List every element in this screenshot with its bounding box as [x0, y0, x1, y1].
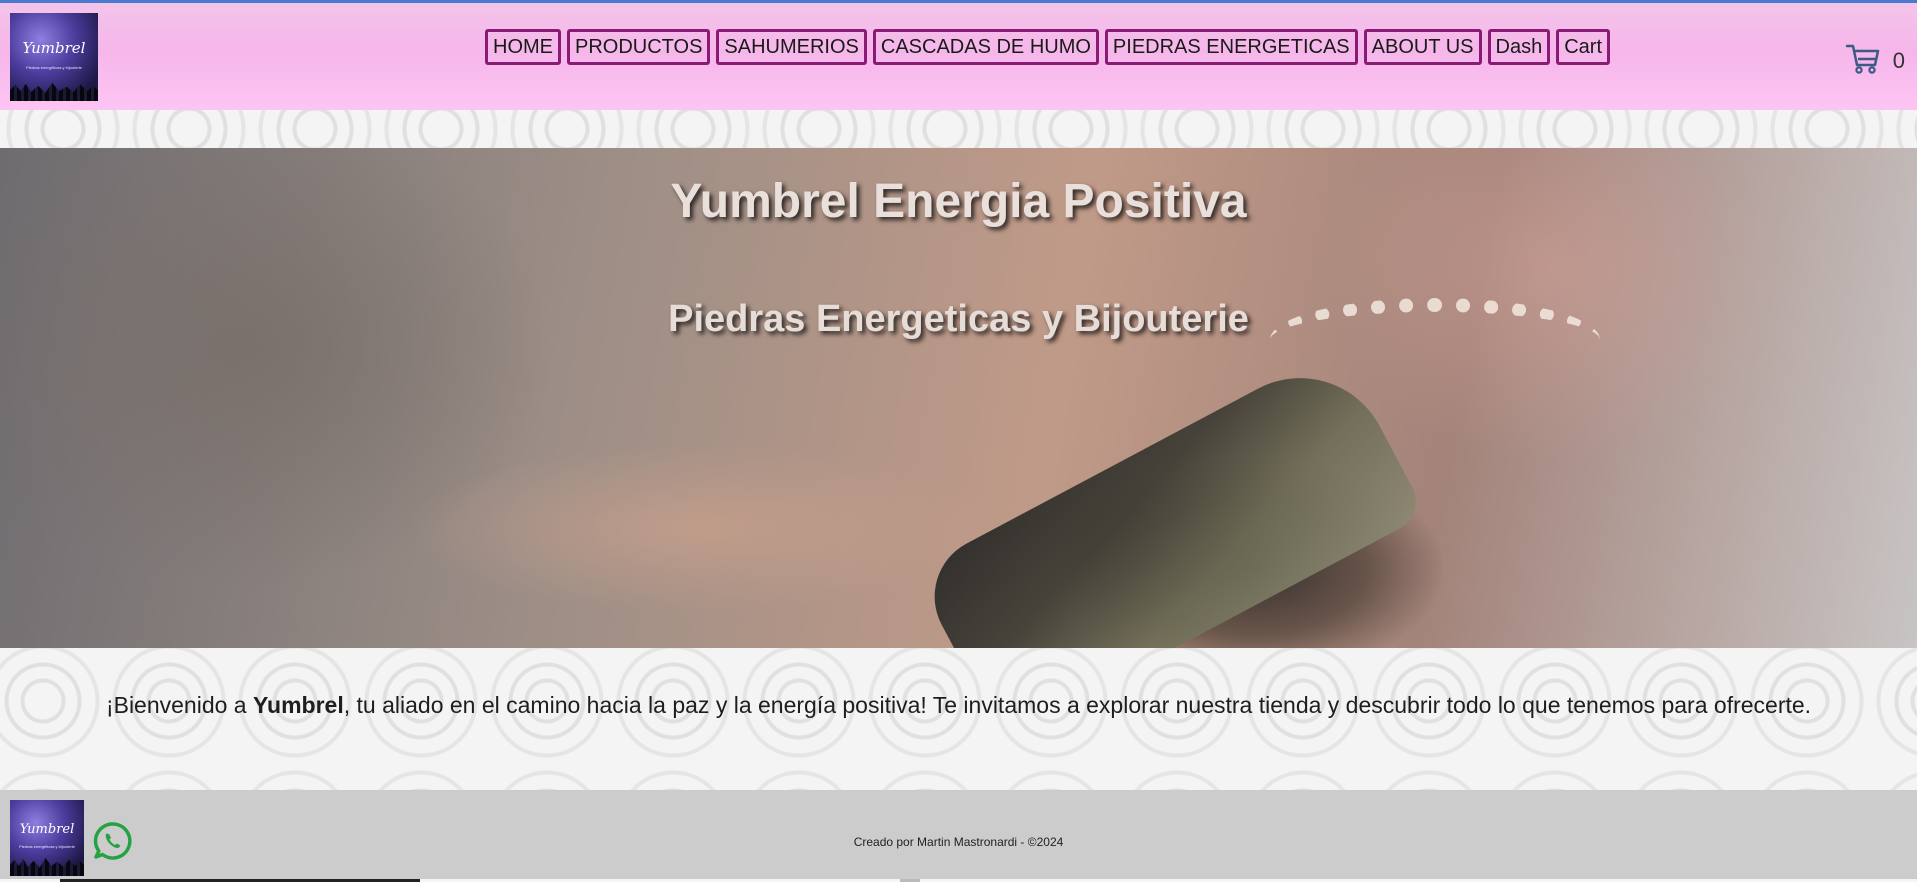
site-footer: Creado por Martin Mastronardi - ©2024 Yu… — [0, 790, 1917, 882]
mandala-pattern-band — [0, 110, 1917, 148]
nav-cascadas-button[interactable]: CASCADAS DE HUMO — [872, 29, 1099, 65]
logo-subtext: Piedras energéticas y bijouterie — [26, 65, 82, 70]
hero-sage-bundle-image — [913, 346, 1427, 648]
logo-trees-silhouette — [10, 83, 98, 101]
site-logo[interactable]: Yumbrel Piedras energéticas y bijouterie — [10, 13, 98, 101]
main-nav: HOME PRODUCTOS SAHUMERIOS CASCADAS DE HU… — [485, 29, 1611, 65]
nav-cart-button[interactable]: Cart — [1556, 29, 1611, 65]
shopping-cart-icon[interactable] — [1845, 41, 1881, 80]
cart-count: 0 — [1892, 47, 1905, 73]
nav-about-button[interactable]: ABOUT US — [1363, 29, 1482, 65]
nav-sahumerios-button[interactable]: SAHUMERIOS — [716, 29, 867, 65]
nav-productos-button[interactable]: PRODUCTOS — [567, 29, 711, 65]
hero-subtitle: Piedras Energeticas y Bijouterie — [668, 298, 1249, 340]
welcome-section — [0, 648, 1917, 790]
welcome-prefix: ¡Bienvenido a — [105, 692, 253, 718]
footer-credit: Creado por Martin Mastronardi - ©2024 — [853, 835, 1064, 849]
welcome-suffix: , tu aliado en el camino hacia la paz y … — [343, 692, 1812, 718]
nav-dash-button[interactable]: Dash — [1487, 29, 1551, 65]
nav-home-button[interactable]: HOME — [485, 29, 561, 65]
footer-logo: Yumbrel Piedras energéticas y bijouterie — [10, 800, 84, 876]
site-header: Yumbrel Piedras energéticas y bijouterie… — [0, 0, 1917, 110]
cart-widget[interactable]: 0 — [1845, 41, 1905, 80]
footer-logo-text: Yumbrel — [19, 822, 75, 837]
footer-logo-trees — [10, 858, 84, 876]
hero-banner: Yumbrel Energia Positiva Piedras Energet… — [0, 148, 1917, 648]
hero-title: Yumbrel Energia Positiva — [670, 175, 1247, 228]
logo-text: Yumbrel — [22, 39, 86, 57]
footer-logo-subtext: Piedras energéticas y bijouterie — [19, 844, 75, 849]
nav-piedras-button[interactable]: PIEDRAS ENERGETICAS — [1104, 29, 1358, 65]
welcome-brand: Yumbrel — [252, 692, 344, 718]
welcome-text: ¡Bienvenido a Yumbrel, tu aliado en el c… — [0, 692, 1917, 719]
